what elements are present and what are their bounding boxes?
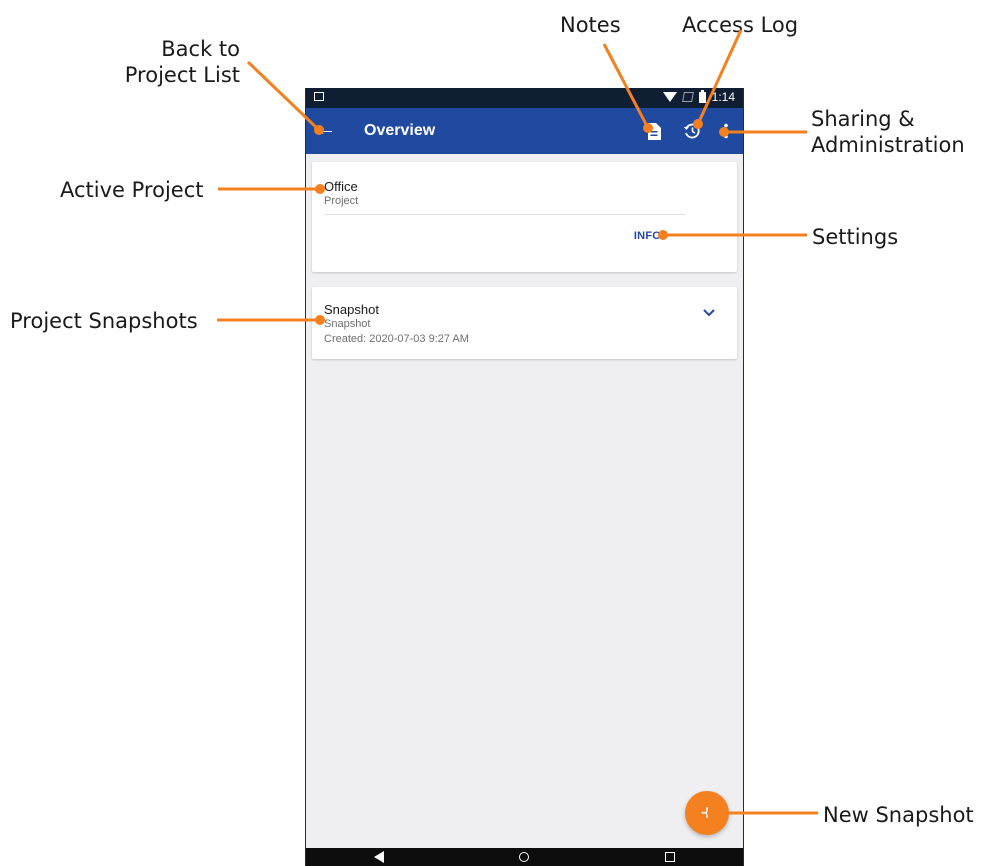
card-divider xyxy=(324,214,686,215)
wifi-icon xyxy=(662,92,677,102)
no-signal-icon xyxy=(681,92,694,102)
snapshot-name: Snapshot xyxy=(324,302,379,317)
gallery-notification-icon xyxy=(314,92,324,101)
callout-notes: Notes xyxy=(560,13,621,37)
snapshot-type: Snapshot xyxy=(324,318,371,330)
phone-screen: 1:14 ← Overview Office Project INFO Snap… xyxy=(305,88,744,866)
nav-recents-icon[interactable] xyxy=(665,852,676,862)
page-title: Overview xyxy=(364,122,436,139)
callout-sharing-line2: Administration xyxy=(811,133,965,157)
callout-back-line2: Project List xyxy=(124,63,240,87)
more-vert-icon xyxy=(724,123,728,139)
snapshot-card[interactable]: Snapshot Snapshot Created: 2020-07-03 9:… xyxy=(312,287,737,359)
callout-back-line1: Back to xyxy=(161,37,240,61)
back-arrow-icon[interactable]: ← xyxy=(316,119,336,139)
callout-active-project: Active Project xyxy=(60,178,204,202)
more-options-button[interactable] xyxy=(714,119,738,143)
active-project-card[interactable]: Office Project INFO xyxy=(312,162,737,272)
nav-back-icon[interactable] xyxy=(373,851,384,863)
callout-sharing-administration: Sharing & Administration xyxy=(811,106,965,158)
status-icons: 1:14 xyxy=(662,89,735,104)
project-name: Office xyxy=(324,179,358,194)
battery-icon xyxy=(698,89,706,103)
status-bar: 1:14 xyxy=(306,88,743,108)
project-type: Project xyxy=(324,195,359,207)
callout-back-to-project-list: Back to Project List xyxy=(120,36,240,88)
callout-project-snapshots: Project Snapshots xyxy=(10,309,198,333)
history-icon xyxy=(683,123,700,139)
document-icon xyxy=(648,122,661,140)
new-snapshot-button[interactable]: + xyxy=(685,791,729,835)
callout-sharing-line1: Sharing & xyxy=(811,107,915,131)
status-time: 1:14 xyxy=(711,90,735,104)
app-bar: ← Overview xyxy=(306,108,743,154)
callout-settings: Settings xyxy=(812,225,899,249)
system-nav-bar xyxy=(306,848,743,866)
nav-home-icon[interactable] xyxy=(519,852,530,862)
snapshot-created: Created: 2020-07-03 9:27 AM xyxy=(324,333,469,345)
info-button[interactable]: INFO xyxy=(634,230,661,242)
notes-button[interactable] xyxy=(642,119,666,143)
callout-new-snapshot: New Snapshot xyxy=(823,803,974,827)
callout-access-log: Access Log xyxy=(682,13,799,37)
access-log-button[interactable] xyxy=(680,119,704,143)
chevron-down-icon[interactable] xyxy=(703,309,715,317)
